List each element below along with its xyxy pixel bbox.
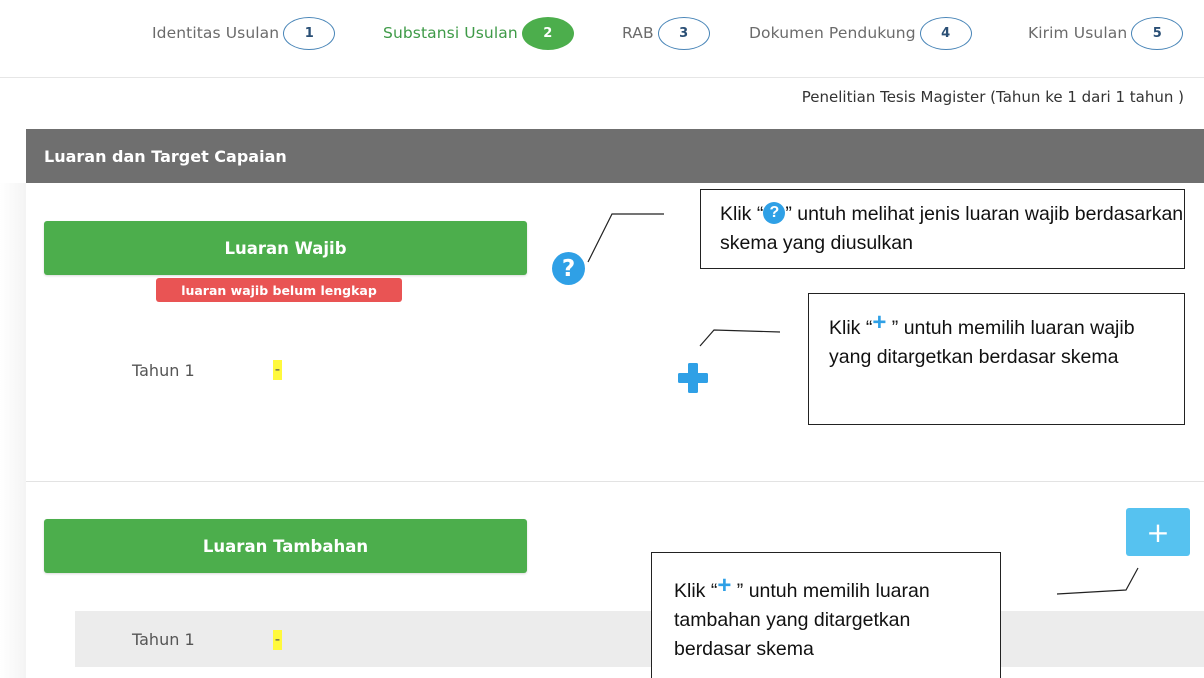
step-number: 3 <box>657 16 710 50</box>
section-divider <box>26 481 1204 482</box>
scheme-info: Penelitian Tesis Magister (Tahun ke 1 da… <box>801 88 1184 106</box>
step-label: Kirim Usulan <box>1028 24 1128 42</box>
year-label: Tahun 1 <box>132 630 195 649</box>
year-label: Tahun 1 <box>132 361 195 380</box>
wizard-stepper: Identitas Usulan 1 Substansi Usulan 2 RA… <box>0 0 1204 78</box>
plus-icon: + <box>872 309 887 336</box>
year-value: - <box>273 360 282 380</box>
step-label: Dokumen Pendukung <box>749 24 916 42</box>
step-identitas-usulan[interactable]: Identitas Usulan 1 <box>152 16 336 50</box>
question-circle-icon[interactable]: ? <box>552 252 585 285</box>
question-circle-icon: ? <box>763 201 786 224</box>
callout-add-wajib: Klik “+ ” untuh memilih luaran wajib yan… <box>808 293 1185 425</box>
callout-text-prefix: Klik “ <box>720 203 764 225</box>
callout-text-prefix: Klik “ <box>829 317 873 339</box>
callout-text: ” untuh melihat jenis luaran wajib berda… <box>720 203 1184 254</box>
step-label: Identitas Usulan <box>152 24 280 42</box>
panel-header: Luaran dan Target Capaian <box>26 129 1204 183</box>
table-row <box>75 611 1204 667</box>
step-kirim-usulan[interactable]: Kirim Usulan 5 <box>1028 16 1184 50</box>
step-label: RAB <box>622 24 654 42</box>
panel-title: Luaran dan Target Capaian <box>44 147 287 166</box>
callout-help: Klik “?” untuh melihat jenis luaran waji… <box>700 189 1185 269</box>
step-number: 1 <box>283 16 336 50</box>
plus-icon[interactable] <box>676 361 710 395</box>
luaran-wajib-button[interactable]: Luaran Wajib <box>44 221 527 275</box>
callout-text-prefix: Klik “ <box>674 580 718 602</box>
incomplete-warning-badge: luaran wajib belum lengkap <box>156 278 402 302</box>
step-number: 2 <box>521 16 574 50</box>
step-number: 4 <box>919 16 972 50</box>
year-value: - <box>273 630 282 650</box>
step-dokumen-pendukung[interactable]: Dokumen Pendukung 4 <box>749 16 972 50</box>
step-label: Substansi Usulan <box>383 24 518 42</box>
luaran-tambahan-button[interactable]: Luaran Tambahan <box>44 519 527 573</box>
panel-side-shadow <box>0 183 26 678</box>
step-substansi-usulan[interactable]: Substansi Usulan 2 <box>383 16 574 50</box>
step-number: 5 <box>1131 16 1184 50</box>
step-rab[interactable]: RAB 3 <box>622 16 710 50</box>
add-luaran-tambahan-button[interactable]: + <box>1126 508 1190 556</box>
plus-icon: + <box>717 572 732 599</box>
callout-add-tambahan: Klik “+ ” untuh memilih luaran tambahan … <box>651 552 1001 678</box>
